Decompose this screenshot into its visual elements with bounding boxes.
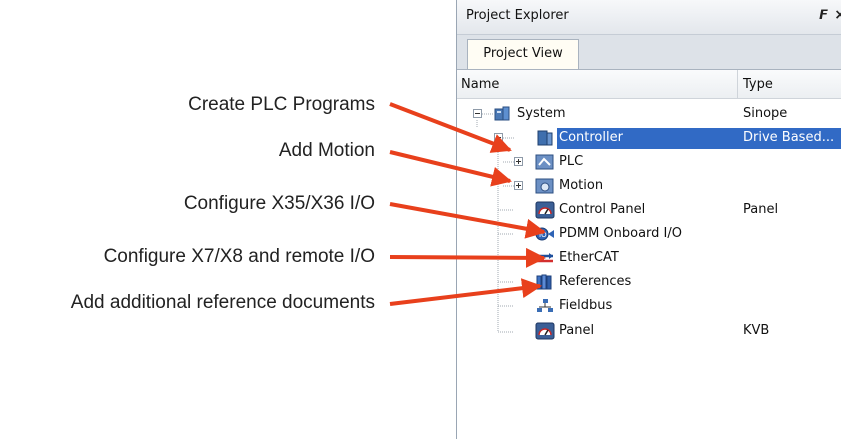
callout-arrows [389, 102, 546, 306]
arrow-to-plc [389, 102, 512, 153]
arrow-to-pdmm-io [389, 202, 546, 239]
arrow-to-motion [389, 150, 512, 187]
arrow-to-ethercat [389, 247, 546, 268]
arrow-to-references [389, 278, 542, 306]
